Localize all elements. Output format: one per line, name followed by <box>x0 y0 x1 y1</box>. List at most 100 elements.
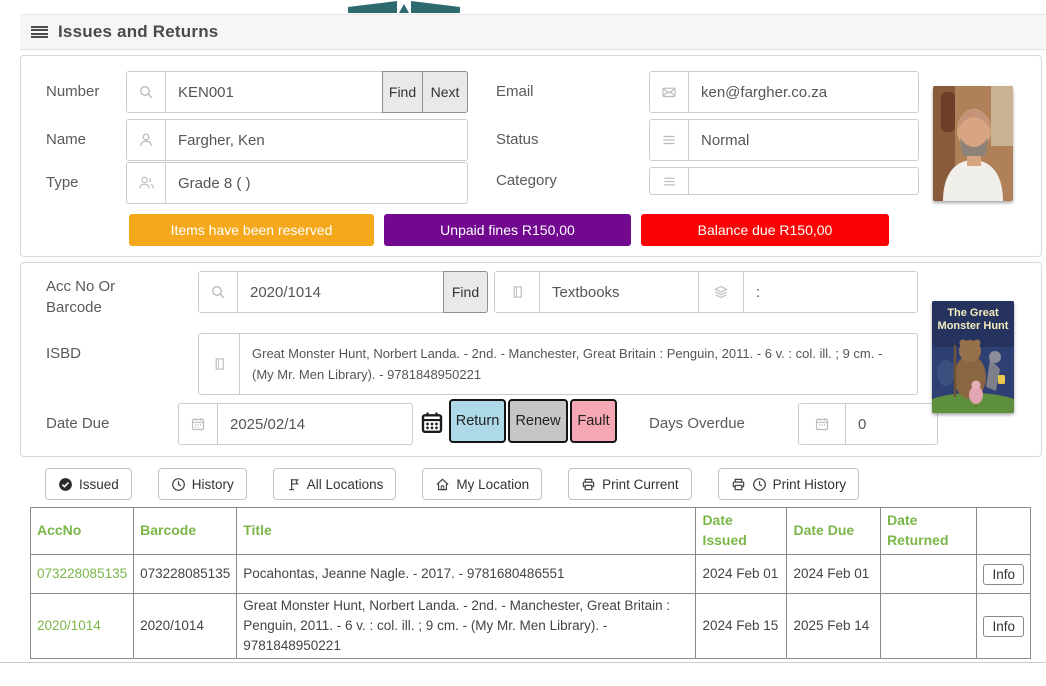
return-button[interactable]: Return <box>449 399 506 443</box>
date-due-cell: 2024 Feb 01 <box>787 555 881 594</box>
library-logo <box>348 0 460 13</box>
category-input[interactable] <box>689 168 918 194</box>
name-input[interactable]: Fargher, Ken <box>166 120 467 160</box>
table-header-row: AccNo Barcode Title Date Issued Date Due… <box>31 508 1031 555</box>
lines-icon <box>650 120 689 160</box>
name-label: Name <box>46 119 86 161</box>
days-overdue-value: 0 <box>846 404 937 444</box>
tab-print-current[interactable]: Print Current <box>568 468 692 500</box>
tab-my-location-label: My Location <box>456 477 529 492</box>
tab-all-locations[interactable]: All Locations <box>273 468 397 500</box>
col-date-due: Date Due <box>787 508 881 555</box>
col-date-returned: Date Returned <box>881 508 977 555</box>
book-icon <box>199 334 240 394</box>
tab-print-current-label: Print Current <box>602 477 679 492</box>
isbd-text: Great Monster Hunt, Norbert Landa. - 2nd… <box>240 334 917 394</box>
item-panel: Acc No Or Barcode 2020/1014 Find Textboo… <box>20 262 1042 457</box>
col-info <box>977 508 1031 555</box>
status-label: Status <box>496 119 539 161</box>
info-button[interactable]: Info <box>983 564 1024 585</box>
find-patron-button[interactable]: Find <box>382 71 423 113</box>
find-item-button[interactable]: Find <box>443 271 488 313</box>
accno-link[interactable]: 2020/1014 <box>37 618 101 633</box>
class-number-input[interactable]: : <box>744 272 917 312</box>
email-input[interactable]: ken@fargher.co.za <box>689 72 918 112</box>
clock-icon <box>171 477 186 492</box>
envelope-icon <box>650 72 689 112</box>
date-due-label: Date Due <box>46 403 109 445</box>
type-input[interactable]: Grade 8 ( ) <box>166 163 467 203</box>
number-field-group: KEN001 Find Next <box>126 71 468 113</box>
number-label: Number <box>46 71 99 113</box>
patron-panel: Number KEN001 Find Next Name Fargher, Ke… <box>20 55 1042 257</box>
printer-icon <box>581 477 596 492</box>
days-overdue-group: 0 <box>798 403 938 445</box>
days-overdue-label: Days Overdue <box>649 403 745 445</box>
tab-history-label: History <box>192 477 234 492</box>
users-icon <box>127 163 166 203</box>
date-returned-cell <box>881 555 977 594</box>
issues-table: AccNo Barcode Title Date Issued Date Due… <box>30 507 1031 659</box>
renew-button[interactable]: Renew <box>508 399 568 443</box>
next-patron-button[interactable]: Next <box>422 71 468 113</box>
col-barcode: Barcode <box>134 508 237 555</box>
tab-all-locations-label: All Locations <box>307 477 384 492</box>
tab-print-history[interactable]: Print History <box>718 468 860 500</box>
book-cover-title-line2: Monster Hunt <box>938 320 1009 332</box>
tab-issued[interactable]: Issued <box>45 468 132 500</box>
col-title: Title <box>237 508 696 555</box>
date-due-cell: 2025 Feb 14 <box>787 594 881 659</box>
tab-issued-label: Issued <box>79 477 119 492</box>
book-cover-title-line1: The Great <box>947 307 999 319</box>
status-field-group: Normal <box>649 119 919 161</box>
category-field-group <box>649 167 919 195</box>
info-button[interactable]: Info <box>983 616 1024 637</box>
accno-link[interactable]: 073228085135 <box>37 566 127 581</box>
fault-button[interactable]: Fault <box>570 399 617 443</box>
accno-input[interactable]: 2020/1014 <box>238 272 443 312</box>
date-issued-cell: 2024 Feb 15 <box>696 594 787 659</box>
date-issued-cell: 2024 Feb 01 <box>696 555 787 594</box>
calendar-icon <box>799 404 846 444</box>
barcode-cell: 073228085135 <box>134 555 237 594</box>
balance-due-badge: Balance due R150,00 <box>641 214 889 246</box>
table-row: 2020/1014 2020/1014 Great Monster Hunt, … <box>31 594 1031 659</box>
patron-photo <box>933 86 1013 201</box>
email-label: Email <box>496 71 534 113</box>
date-due-input[interactable]: 2025/02/14 <box>218 404 412 444</box>
book-icon <box>495 272 540 312</box>
number-input[interactable]: KEN001 <box>166 72 382 112</box>
isbd-field-group: Great Monster Hunt, Norbert Landa. - 2nd… <box>198 333 918 395</box>
pin-icon <box>286 477 301 492</box>
view-toolbar: Issued History All Locations My Location… <box>45 468 859 500</box>
user-icon <box>127 120 166 160</box>
search-icon <box>199 272 238 312</box>
home-icon <box>435 477 450 492</box>
title-cell: Great Monster Hunt, Norbert Landa. - 2nd… <box>237 594 696 659</box>
name-field-group: Fargher, Ken <box>126 119 468 161</box>
date-due-field-group: 2025/02/14 <box>178 403 413 445</box>
clock-icon <box>752 477 767 492</box>
unpaid-fines-badge: Unpaid fines R150,00 <box>384 214 631 246</box>
circulation-actions: Return Renew Fault <box>449 399 617 443</box>
calendar-picker-button[interactable] <box>420 410 444 438</box>
lines-icon <box>650 168 689 194</box>
issues-and-returns-page: Issues and Returns Number KEN001 Find Ne… <box>0 0 1046 686</box>
tab-history[interactable]: History <box>158 468 247 500</box>
col-date-issued: Date Issued <box>696 508 787 555</box>
media-type-input[interactable]: Textbooks <box>540 272 698 312</box>
search-icon <box>127 72 166 112</box>
type-label: Type <box>46 162 79 204</box>
title-cell: Pocahontas, Jeanne Nagle. - 2017. - 9781… <box>237 555 696 594</box>
calendar-icon <box>179 404 218 444</box>
menu-icon[interactable] <box>31 26 48 38</box>
accno-field-group: 2020/1014 Find <box>198 271 488 313</box>
date-returned-cell <box>881 594 977 659</box>
bottom-divider <box>0 662 1046 663</box>
type-field-group: Grade 8 ( ) <box>126 162 468 204</box>
category-label: Category <box>496 160 557 202</box>
tab-my-location[interactable]: My Location <box>422 468 542 500</box>
printer-icon <box>731 477 746 492</box>
book-cover-image: The Great Monster Hunt <box>932 301 1014 413</box>
status-input[interactable]: Normal <box>689 120 918 160</box>
